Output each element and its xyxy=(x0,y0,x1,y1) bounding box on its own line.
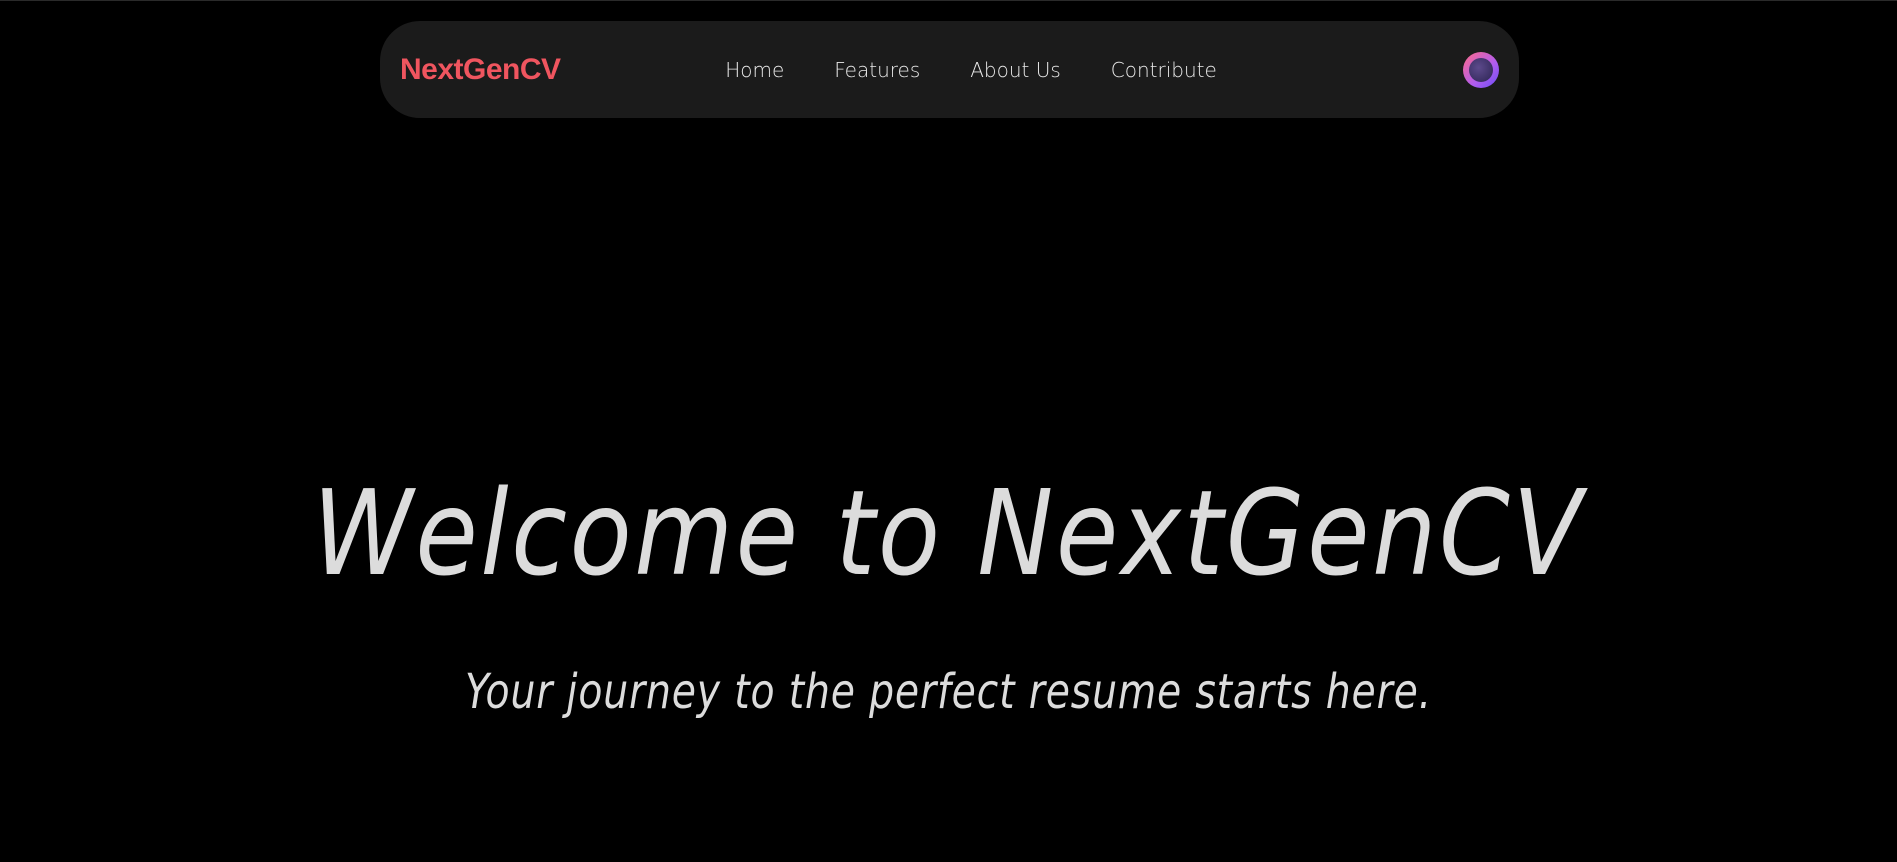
navbar: NextGenCV Home Features About Us Contrib… xyxy=(380,21,1519,118)
top-divider xyxy=(0,0,1897,1)
hero-subtitle: Your journey to the perfect resume start… xyxy=(465,664,1432,720)
user-avatar-icon[interactable] xyxy=(1463,52,1499,88)
nav-link-features[interactable]: Features xyxy=(834,58,920,82)
nav-link-about-us[interactable]: About Us xyxy=(970,58,1061,82)
nav-link-home[interactable]: Home xyxy=(725,58,784,82)
brand-logo[interactable]: NextGenCV xyxy=(400,21,561,118)
nav-link-contribute[interactable]: Contribute xyxy=(1111,58,1217,82)
hero-title: Welcome to NextGenCV xyxy=(312,464,1585,603)
avatar-inner xyxy=(1469,58,1493,82)
